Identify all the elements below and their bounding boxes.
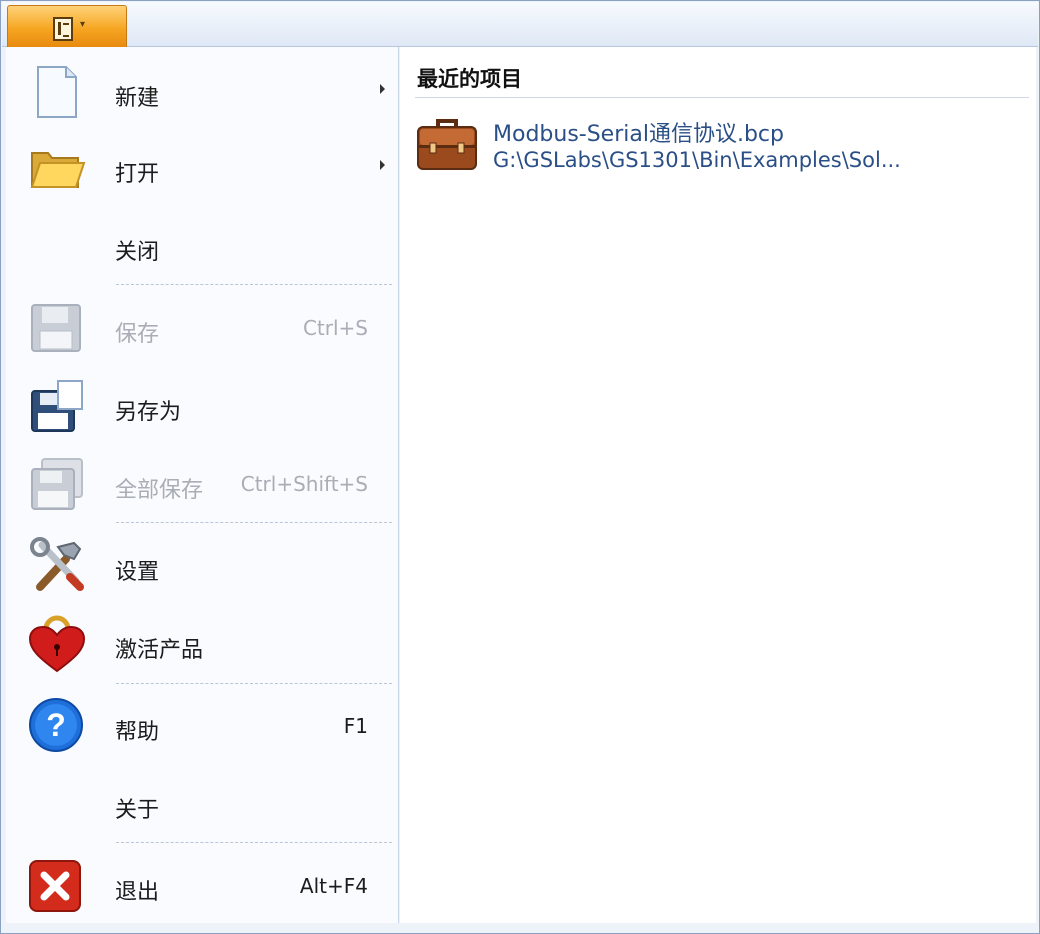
submenu-arrow-icon	[380, 160, 385, 170]
recent-project-name: Modbus-Serial通信协议.bcp	[493, 122, 784, 147]
menu-item-label: 设置	[115, 560, 160, 585]
menu-item-label: 打开	[115, 162, 160, 187]
menu-item-help[interactable]: ? 帮助 F1	[6, 687, 398, 763]
exit-icon	[29, 860, 81, 912]
new-document-icon	[37, 66, 77, 118]
menu-command-panel: 新建 打开 关闭 保存 Ctrl+S 另存为 全部保存 Ctrl+Shift+S…	[6, 47, 399, 923]
menu-item-about[interactable]: 关于	[6, 765, 398, 841]
menu-item-label: 帮助	[115, 720, 160, 745]
menu-item-label: 关于	[115, 798, 160, 823]
menu-top-bar: ▾	[2, 2, 1038, 48]
menu-separator	[116, 522, 392, 523]
menu-item-shortcut: Alt+F4	[299, 874, 368, 898]
menu-item-label: 另存为	[115, 400, 182, 425]
menu-item-save-all[interactable]: 全部保存 Ctrl+Shift+S	[6, 445, 398, 521]
menu-item-label: 激活产品	[115, 638, 204, 663]
menu-item-label: 全部保存	[115, 478, 204, 503]
menu-item-exit[interactable]: 退出 Alt+F4	[6, 847, 398, 923]
chevron-down-icon: ▾	[80, 19, 86, 30]
open-folder-icon	[30, 152, 86, 188]
save-as-icon	[31, 380, 83, 432]
menu-item-label: 保存	[115, 322, 160, 347]
menu-item-shortcut: Ctrl+Shift+S	[240, 472, 368, 496]
menu-separator	[116, 842, 392, 843]
menu-item-shortcut: Ctrl+S	[302, 316, 368, 340]
recent-projects-title: 最近的项目	[417, 67, 522, 91]
save-all-icon	[31, 458, 83, 510]
recent-project-item[interactable]: Modbus-Serial通信协议.bcp G:\GSLabs\GS1301\B…	[414, 111, 1014, 181]
menu-item-open[interactable]: 打开	[6, 129, 398, 205]
menu-item-label: 退出	[115, 880, 160, 905]
menu-item-new[interactable]: 新建	[6, 53, 398, 129]
heart-lock-icon	[28, 615, 86, 673]
recent-projects-panel: 最近的项目 Modbus-Serial通信协议.bcp G:\GSLabs\GS…	[400, 47, 1036, 923]
tools-icon	[30, 537, 84, 591]
menu-item-label: 关闭	[115, 240, 160, 265]
briefcase-icon	[417, 119, 477, 170]
recent-project-path: G:\GSLabs\GS1301\Bin\Examples\Sol...	[493, 148, 901, 172]
submenu-arrow-icon	[380, 84, 385, 94]
menu-separator	[116, 683, 392, 684]
floppy-disk-icon	[31, 304, 81, 352]
help-icon: ?	[29, 698, 83, 752]
menu-item-label: 新建	[115, 86, 160, 111]
menu-item-save-as[interactable]: 另存为	[6, 367, 398, 443]
menu-separator	[116, 284, 392, 285]
menu-item-save[interactable]: 保存 Ctrl+S	[6, 289, 398, 365]
document-menu-icon	[53, 17, 73, 41]
svg-text:?: ?	[46, 707, 66, 743]
menu-item-settings[interactable]: 设置	[6, 527, 398, 603]
menu-item-close[interactable]: 关闭	[6, 207, 398, 283]
menu-item-activate-product[interactable]: 激活产品	[6, 605, 398, 681]
application-menu-window: ▾ 新建 打开 关闭 保存 Ctrl+S 另存为 全部保存 Ctrl+Shift…	[0, 0, 1040, 934]
recent-title-divider	[415, 97, 1029, 98]
application-menu-button[interactable]: ▾	[7, 5, 127, 48]
menu-item-shortcut: F1	[343, 714, 368, 738]
